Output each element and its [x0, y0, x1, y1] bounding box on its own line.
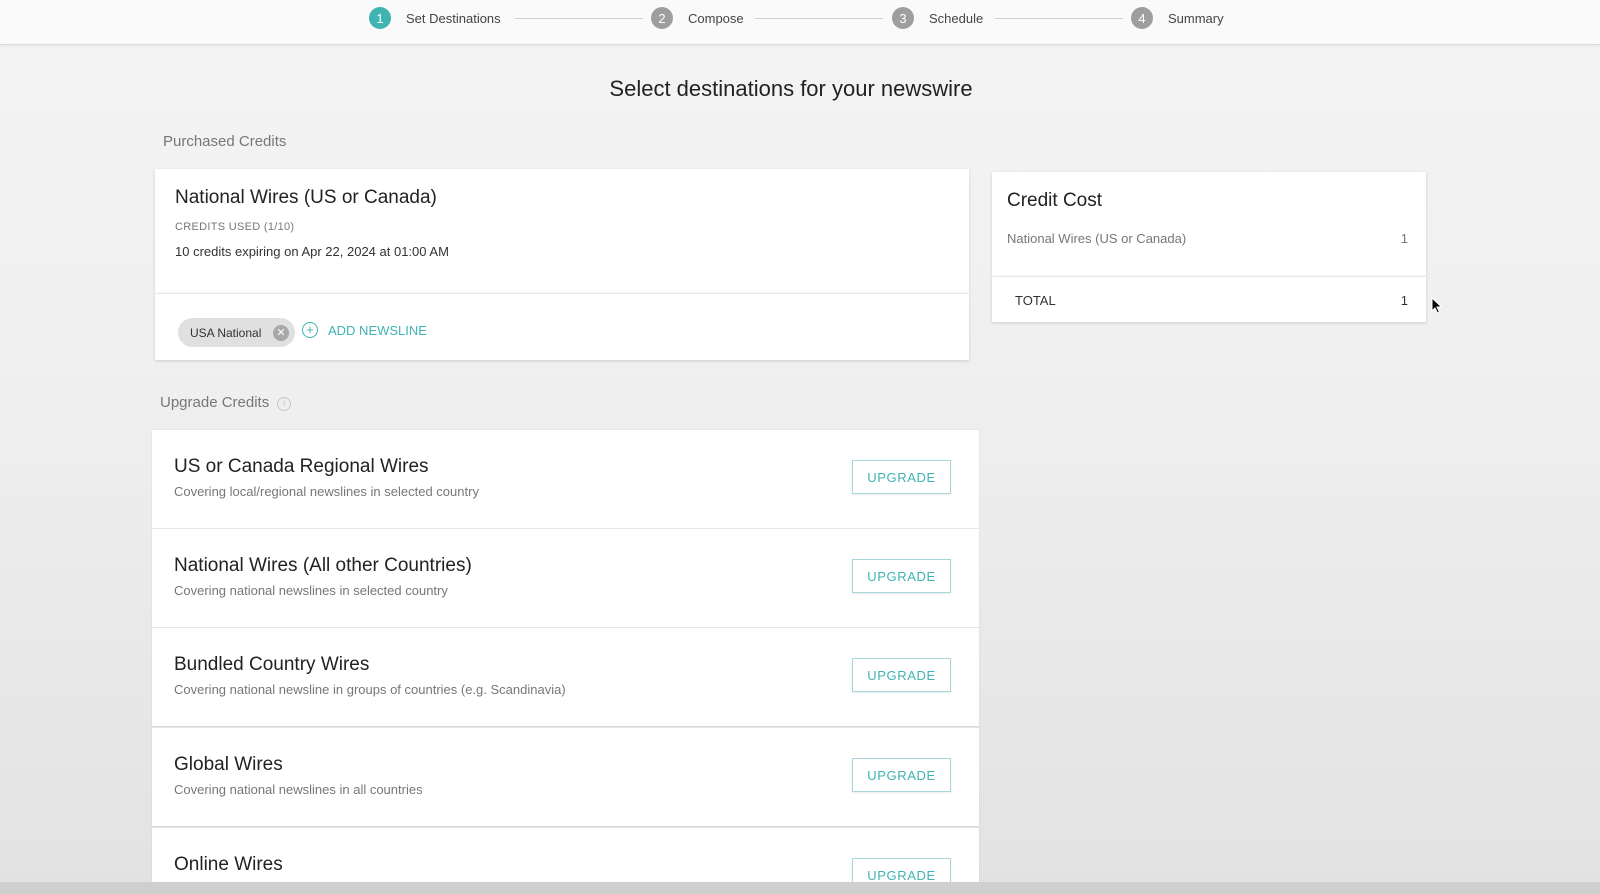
upgrade-button[interactable]: UPGRADE: [852, 758, 951, 792]
step-number: 4: [1131, 7, 1153, 29]
step-compose[interactable]: 2 Compose: [651, 7, 744, 29]
add-newsline-label: ADD NEWSLINE: [328, 322, 427, 338]
page-title: Select destinations for your newswire: [609, 76, 973, 101]
upgrade-row: Online Wires UPGRADE: [152, 827, 979, 882]
credit-cost-line: National Wires (US or Canada) 1: [1007, 231, 1408, 246]
step-label: Schedule: [929, 10, 984, 26]
upgrade-row: US or Canada Regional Wires Covering loc…: [152, 429, 979, 528]
upgrade-row-title: Online Wires: [174, 854, 283, 875]
mouse-pointer-icon: [1431, 297, 1443, 314]
upgrade-row-title: Global Wires: [174, 754, 283, 775]
upgrade-row-title: US or Canada Regional Wires: [174, 456, 429, 477]
step-summary[interactable]: 4 Summary: [1131, 7, 1224, 29]
upgrade-row: Global Wires Covering national newslines…: [152, 727, 979, 826]
total-label: TOTAL: [1015, 293, 1056, 308]
newsline-chip: USA National ✕: [178, 318, 295, 347]
upgrade-row-desc: Covering national newslines in selected …: [174, 583, 448, 598]
upgrade-row-desc: Covering national newslines in all count…: [174, 782, 423, 797]
step-connector: [995, 18, 1123, 19]
upgrade-button[interactable]: UPGRADE: [852, 658, 951, 692]
upgrade-row: National Wires (All other Countries) Cov…: [152, 528, 979, 627]
credit-cost-card: Credit Cost National Wires (US or Canada…: [992, 172, 1426, 276]
upgrade-row-desc: Covering national newsline in groups of …: [174, 682, 566, 697]
info-icon[interactable]: i: [277, 397, 292, 411]
step-label: Compose: [688, 10, 744, 26]
credit-cost-title: Credit Cost: [1007, 190, 1103, 211]
step-label: Summary: [1168, 10, 1224, 26]
stepper: 1 Set Destinations 2 Compose 3 Schedule …: [0, 0, 1600, 45]
upgrade-row-title: National Wires (All other Countries): [174, 555, 472, 576]
step-number: 1: [369, 7, 391, 29]
upgrade-credits-text: Upgrade Credits: [160, 394, 270, 411]
upgrade-button[interactable]: UPGRADE: [852, 559, 951, 593]
upgrade-button[interactable]: UPGRADE: [852, 858, 951, 882]
plus-circle-icon: +: [302, 322, 318, 338]
total-value: 1: [1400, 293, 1408, 308]
step-label: Set Destinations: [406, 10, 501, 26]
purchased-credit-card: National Wires (US or Canada) CREDITS US…: [155, 169, 969, 293]
credits-expiry: 10 credits expiring on Apr 22, 2024 at 0…: [175, 244, 449, 259]
step-connector: [755, 18, 883, 19]
step-set-destinations[interactable]: 1 Set Destinations: [369, 7, 501, 29]
step-connector: [515, 18, 643, 19]
close-circle-icon[interactable]: ✕: [273, 325, 289, 341]
newsline-selector: USA National ✕ + ADD NEWSLINE: [155, 293, 969, 360]
step-schedule[interactable]: 3 Schedule: [892, 7, 983, 29]
credit-cost-line-value: 1: [1400, 231, 1408, 246]
newsline-chip-label: USA National: [190, 325, 262, 340]
upgrade-row: Bundled Country Wires Covering national …: [152, 627, 979, 726]
bottom-edge: [0, 882, 1600, 894]
credits-used: CREDITS USED (1/10): [175, 221, 295, 233]
credit-cost-total: TOTAL 1: [992, 276, 1426, 322]
purchased-credits-label: Purchased Credits: [163, 133, 287, 150]
upgrade-row-title: Bundled Country Wires: [174, 654, 370, 675]
step-number: 2: [651, 7, 673, 29]
upgrade-button[interactable]: UPGRADE: [852, 460, 951, 494]
upgrade-row-desc: Covering local/regional newslines in sel…: [174, 484, 479, 499]
purchased-credit-title: National Wires (US or Canada): [175, 187, 437, 208]
step-number: 3: [892, 7, 914, 29]
upgrade-credits-label: Upgrade Credits i: [160, 394, 292, 411]
add-newsline-button[interactable]: + ADD NEWSLINE: [302, 322, 427, 338]
credit-cost-line-label: National Wires (US or Canada): [1007, 231, 1187, 246]
